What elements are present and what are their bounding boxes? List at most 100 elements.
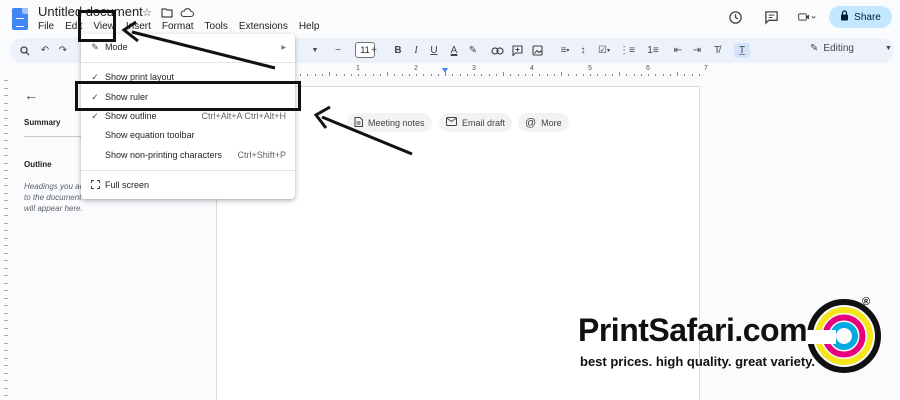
ruler-tick — [365, 74, 367, 76]
vertical-ruler-tick — [4, 155, 8, 156]
menu-extensions[interactable]: Extensions — [239, 20, 288, 33]
vertical-ruler-tick — [4, 222, 8, 224]
bold-icon[interactable]: B — [392, 43, 404, 58]
vertical-ruler-tick — [4, 365, 8, 366]
format-painter-icon[interactable]: T̲ — [734, 43, 750, 58]
clear-formatting-icon[interactable]: T̸ — [710, 43, 724, 58]
ruler-tick — [691, 74, 693, 76]
ruler-tick — [568, 74, 570, 76]
ruler-tick — [300, 74, 301, 76]
vertical-ruler-tick — [4, 290, 8, 291]
vertical-ruler-tick — [4, 117, 8, 119]
vertical-ruler-tick — [4, 132, 8, 134]
checklist-icon[interactable]: ☑ ▾ — [594, 43, 614, 58]
docs-logo-icon[interactable] — [12, 8, 28, 30]
vertical-ruler[interactable] — [2, 80, 10, 400]
vertical-ruler-tick — [4, 147, 8, 149]
vertical-ruler-tick — [4, 125, 8, 126]
ruler-tick — [452, 74, 454, 76]
menu-item-full-screen[interactable]: Full screen — [81, 176, 295, 194]
printsafari-logo-icon — [806, 299, 881, 373]
vertical-ruler-tick — [4, 260, 8, 261]
menu-divider — [81, 62, 295, 63]
line-spacing-icon[interactable]: ↕ — [576, 43, 590, 58]
cloud-status-icon[interactable] — [180, 5, 194, 19]
vertical-ruler-tick — [4, 395, 8, 396]
menu-insert[interactable]: Insert — [126, 20, 151, 33]
ruler-tick — [358, 74, 359, 76]
chip-more[interactable]: @ More — [518, 113, 569, 132]
ruler-label: 2 — [414, 65, 418, 72]
watermark-tagline: best prices. high quality. great variety… — [580, 354, 816, 369]
increase-font-size-icon[interactable]: + — [368, 43, 380, 58]
insert-link-icon[interactable] — [490, 43, 504, 58]
ruler-tick — [698, 74, 700, 76]
header-actions — [726, 8, 816, 26]
ruler-tick — [648, 74, 649, 76]
search-menus-icon[interactable] — [18, 43, 32, 58]
vertical-ruler-tick — [4, 387, 8, 389]
vertical-ruler-tick — [4, 357, 8, 359]
share-button[interactable]: Share — [829, 6, 892, 28]
ruler-tick — [387, 72, 388, 76]
version-history-icon[interactable] — [726, 8, 744, 26]
ruler-tick — [408, 74, 410, 76]
menu-file[interactable]: File — [38, 20, 54, 33]
redo-icon[interactable]: ↷ — [56, 43, 70, 58]
vertical-ruler-tick — [4, 327, 8, 329]
vertical-ruler-tick — [4, 312, 8, 314]
mode-dropdown[interactable]: ✎ Editing ▼ — [810, 43, 892, 54]
bulleted-list-icon[interactable]: ⋮≡ — [617, 43, 637, 58]
increase-indent-icon[interactable]: ⇥ — [690, 43, 704, 58]
ruler-tick — [633, 74, 635, 76]
vertical-ruler-tick — [4, 207, 8, 209]
ruler-tick — [503, 72, 504, 76]
decrease-font-size-icon[interactable]: − — [332, 43, 344, 58]
vertical-ruler-tick — [4, 87, 8, 89]
view-menu: ✎ Mode ▶ ✓ Show print layout ✓ Show rule… — [81, 34, 295, 199]
ruler-indent-marker[interactable] — [442, 68, 448, 73]
comments-icon[interactable] — [762, 8, 780, 26]
meet-video-icon[interactable] — [798, 8, 816, 26]
italic-icon[interactable]: I — [410, 43, 422, 58]
back-arrow-icon[interactable]: ← — [24, 87, 38, 103]
google-docs-window: Untitled document ☆ File Edit View Inser… — [0, 0, 900, 400]
ruler-tick — [655, 74, 657, 76]
move-folder-icon[interactable] — [160, 5, 174, 19]
ruler-tick — [684, 74, 686, 76]
underline-icon[interactable]: U — [428, 43, 440, 58]
ruler-tick — [423, 74, 425, 76]
ruler-tick — [626, 74, 628, 76]
menu-format[interactable]: Format — [162, 20, 194, 33]
ruler-tick — [343, 74, 345, 76]
numbered-list-icon[interactable]: 1≡ — [643, 43, 663, 58]
at-icon: @ — [525, 116, 537, 129]
vertical-ruler-tick — [4, 350, 8, 351]
highlight-box-show-ruler — [75, 81, 301, 111]
vertical-ruler-tick — [4, 177, 8, 179]
menu-item-show-equation-toolbar[interactable]: Show equation toolbar — [81, 126, 295, 144]
menu-tools[interactable]: Tools — [205, 20, 228, 33]
align-icon[interactable]: ≡ ▾ — [555, 43, 575, 58]
chip-email-draft[interactable]: Email draft — [439, 113, 513, 132]
chip-meeting-notes[interactable]: Meeting notes — [347, 113, 432, 132]
menu-help[interactable]: Help — [299, 20, 320, 33]
ruler-tick — [619, 72, 620, 76]
title-icons: ☆ — [140, 5, 194, 19]
ruler-tick — [495, 74, 497, 76]
text-color-icon[interactable]: A — [448, 43, 460, 58]
ruler-tick — [437, 74, 439, 76]
undo-icon[interactable]: ↶ — [38, 43, 52, 58]
ruler-tick — [575, 74, 577, 76]
font-dropdown-arrow-icon[interactable]: ▼ — [310, 43, 320, 58]
vertical-ruler-tick — [4, 282, 8, 284]
add-comment-icon[interactable] — [510, 43, 524, 58]
star-icon[interactable]: ☆ — [140, 5, 154, 19]
ruler-tick — [466, 74, 468, 76]
highlight-color-icon[interactable]: ✎ — [466, 43, 480, 58]
decrease-indent-icon[interactable]: ⇤ — [671, 43, 685, 58]
vertical-ruler-tick — [4, 192, 8, 194]
insert-image-icon[interactable] — [530, 43, 544, 58]
sidebar-divider — [24, 136, 84, 137]
menu-item-show-non-printing[interactable]: Show non-printing characters Ctrl+Shift+… — [81, 146, 295, 164]
